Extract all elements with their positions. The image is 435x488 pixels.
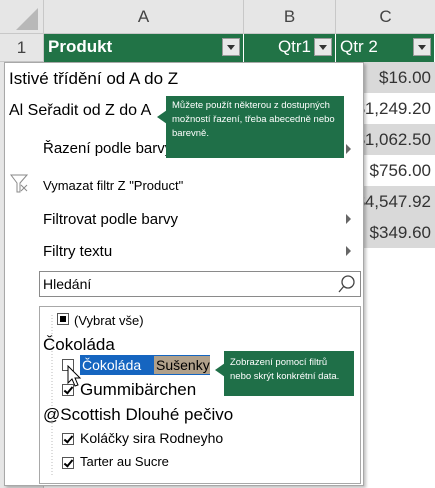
column-header-c[interactable]: C (336, 0, 435, 34)
row-header-1[interactable]: 1 (0, 34, 44, 62)
text-filters-label: Filtry textu (43, 243, 113, 260)
header-qtr2-label: Qtr 2 (340, 37, 378, 56)
select-all-checkbox[interactable] (57, 313, 69, 325)
column-header-b[interactable]: B (244, 0, 336, 34)
header-cell-qtr2[interactable]: Qtr 2 (336, 34, 435, 62)
filter-tooltip: Zobrazení pomocí filtrů nebo skrýt konkr… (215, 351, 354, 396)
sort-tooltip: Můžete použít některou z dostupných možn… (157, 96, 344, 158)
text-filters-item[interactable]: Filtry textu (5, 239, 363, 263)
item-gummi-checkbox[interactable] (62, 384, 74, 396)
filter-dropdown-button-qtr2[interactable] (413, 38, 431, 56)
filter-dropdown-button-produkt[interactable] (222, 38, 240, 56)
filter-tooltip-text: Zobrazení pomocí filtrů nebo skrýt konkr… (230, 357, 340, 382)
item-kolacky-label[interactable]: Koláčky sira Rodneyho (80, 430, 223, 446)
search-icon (338, 275, 355, 293)
filter-by-color-label: Filtrovat podle barvy (43, 211, 179, 228)
tooltip-pointer (157, 110, 167, 124)
item-gummi-label[interactable]: Gummibärchen (80, 380, 196, 400)
submenu-arrow-icon (346, 246, 351, 256)
item-tarter-label[interactable]: Tarter au Sucre (80, 454, 169, 469)
item-cokolada-label[interactable]: Čokoláda (82, 357, 141, 373)
select-all-triangle-icon (16, 8, 38, 30)
item-susenky-label: Sušenky (156, 357, 210, 373)
column-header-a[interactable]: A (44, 0, 244, 34)
clear-filter-label: Vymazat filtr Z "Product" (43, 178, 184, 193)
item-kolacky-checkbox[interactable] (62, 433, 74, 445)
search-box[interactable]: Hledání (39, 271, 361, 297)
header-qtr1-label: Qtr1 (277, 37, 311, 56)
filter-by-color-item[interactable]: Filtrovat podle barvy (5, 207, 363, 231)
select-all-label: (Vybrat vše) (74, 313, 144, 328)
tooltip-pointer (215, 363, 225, 377)
clear-filter-item[interactable]: Vymazat filtr Z "Product" (5, 173, 363, 197)
submenu-arrow-icon (346, 214, 351, 224)
sort-z-to-a-item[interactable]: Al Seřadit od Z do A (9, 102, 169, 120)
sort-tooltip-text: Můžete použít některou z dostupných možn… (172, 100, 335, 139)
sheet-corner[interactable] (0, 0, 44, 34)
search-input[interactable]: Hledání (43, 276, 91, 292)
item-tarter-checkbox[interactable] (62, 457, 74, 469)
clear-filter-icon (10, 174, 29, 193)
header-cell-qtr1[interactable]: Qtr1 (244, 34, 336, 62)
sort-by-color-label: Řazení podle barvy (43, 140, 173, 157)
header-cell-produkt[interactable]: Produkt (44, 34, 244, 62)
sort-a-to-z-item[interactable]: Istivé třídění od A do Z (9, 69, 289, 89)
submenu-arrow-icon (346, 144, 351, 154)
filter-dropdown-button-qtr1[interactable] (314, 38, 332, 56)
group-label-scottish: @Scottish Dlouhé pečivo (43, 405, 234, 424)
header-produkt-label: Produkt (48, 37, 113, 56)
group-label-cokolada: Čokoláda (43, 335, 115, 354)
